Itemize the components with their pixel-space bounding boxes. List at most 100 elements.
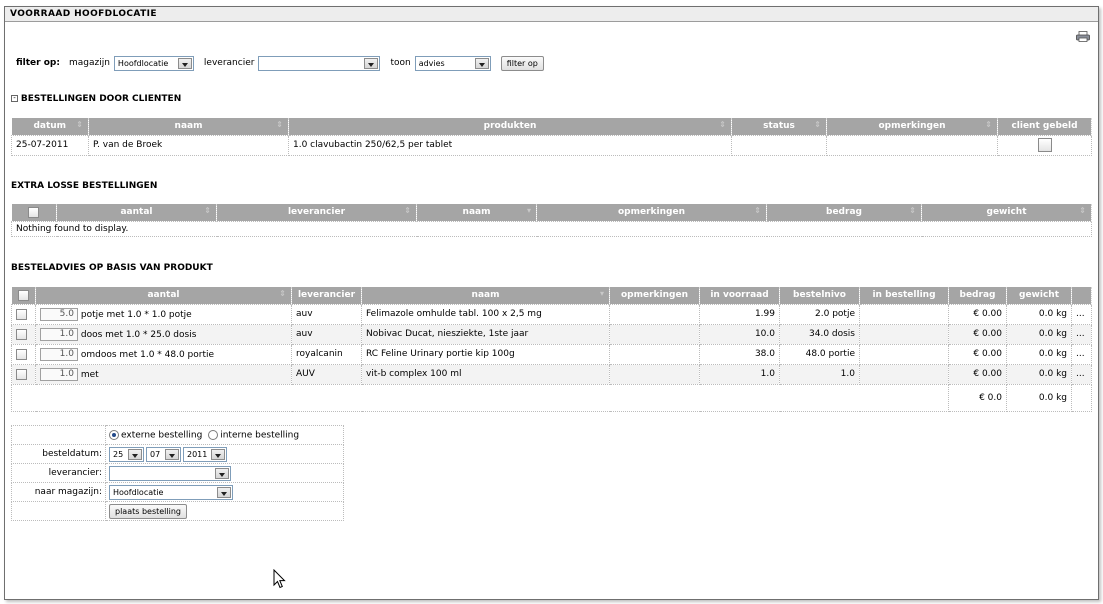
col-bedrag[interactable]: bedrag: [948, 287, 1007, 304]
col-aantal[interactable]: aantal ⇕: [56, 204, 217, 221]
leverancier-select[interactable]: [258, 55, 381, 71]
filter-button[interactable]: filter op: [500, 55, 544, 71]
empty-message: Nothing found to display.: [11, 220, 1092, 237]
col-naam[interactable]: naam ⇕: [88, 118, 289, 135]
select-all-checkbox[interactable]: [28, 206, 40, 218]
chevron-down-icon: [128, 448, 142, 460]
col-status[interactable]: status ⇕: [731, 118, 827, 135]
row-checkbox[interactable]: [16, 328, 27, 340]
cell-leverancier: AUV: [291, 363, 362, 385]
more-button[interactable]: ...: [1071, 323, 1092, 345]
cell-in-bestelling: [859, 343, 949, 365]
col-naam[interactable]: naam ▾: [416, 204, 537, 221]
cell-opmerkingen: [826, 134, 998, 156]
col-bedrag[interactable]: bedrag ⇕: [766, 204, 922, 221]
leverancier-label: leverancier: [203, 58, 255, 68]
magazijn-select[interactable]: Hoofdlocatie: [113, 55, 194, 71]
quantity-input[interactable]: 1.0: [40, 327, 78, 341]
cell-in-voorraad: 1.0: [699, 363, 780, 385]
chevron-down-icon: [177, 57, 192, 69]
cell-bedrag: € 0.00: [948, 303, 1007, 325]
col-gewicht[interactable]: gewicht ⇕: [921, 204, 1092, 221]
cell-in-voorraad: 1.99: [699, 303, 780, 325]
radio-internal[interactable]: [208, 429, 219, 440]
cell-bedrag: € 0.00: [948, 363, 1007, 385]
row-checkbox[interactable]: [16, 308, 27, 320]
col-gewicht[interactable]: gewicht: [1006, 287, 1072, 304]
col-opmerkingen[interactable]: opmerkingen: [609, 287, 700, 304]
day-select[interactable]: 25: [109, 446, 144, 462]
table-header-row: aantal ⇕ leverancier ⇕ naam ▾ opmerkingen ⇕ …: [11, 204, 1092, 221]
cell-bestelnivo: 48.0 portie: [779, 343, 860, 365]
select-all-cell: [11, 204, 57, 221]
cell-naam: RC Feline Urinary portie kip 100g: [361, 343, 610, 365]
cell-naam: P. van de Broek: [88, 134, 289, 156]
more-button[interactable]: ...: [1071, 363, 1092, 385]
cell-opmerkingen: [609, 363, 700, 385]
cell-opmerkingen: [609, 323, 700, 345]
col-datum[interactable]: datum ⇕: [11, 118, 89, 135]
cell-bedrag: € 0.00: [948, 343, 1007, 365]
cell-gewicht: 0.0 kg: [1006, 343, 1072, 365]
extra-orders-table: aantal ⇕ leverancier ⇕ naam ▾ opmerkingen ⇕ …: [11, 204, 1092, 237]
cell-naam: vit-b complex 100 ml: [361, 363, 610, 385]
client-orders-table: datum ⇕ naam ⇕ produkten ⇕ status ⇕ opmerkin…: [11, 118, 1092, 156]
naar-magazijn-select[interactable]: Hoofdlocatie: [109, 484, 233, 500]
more-button[interactable]: ...: [1071, 303, 1092, 325]
mouse-pointer-icon: [273, 569, 286, 589]
table-row: 1.0 omdoos met 1.0 * 48.0 portie royalca…: [11, 343, 1092, 365]
cell-gewicht: 0.0 kg: [1006, 363, 1072, 385]
cell-opmerkingen: [609, 343, 700, 365]
col-bestelnivo[interactable]: bestelnivo: [779, 287, 860, 304]
year-select[interactable]: 2011: [183, 446, 227, 462]
chevron-down-icon: [211, 448, 225, 460]
cell-leverancier: auv: [291, 323, 362, 345]
col-produkten[interactable]: produkten ⇕: [288, 118, 732, 135]
more-button[interactable]: ...: [1071, 343, 1092, 365]
cell-produkten: 1.0 clavubactin 250/62,5 per tablet: [288, 134, 732, 156]
plaats-bestelling-button[interactable]: plaats bestelling: [109, 503, 187, 519]
cell-bedrag: € 0.00: [948, 323, 1007, 345]
col-aantal[interactable]: aantal ⇕: [35, 287, 292, 304]
row-checkbox[interactable]: [16, 368, 27, 380]
cell-client-gebeld: [997, 134, 1092, 156]
table-row: 1.0 met AUV vit-b complex 100 ml 1.0 1.0…: [11, 363, 1092, 385]
toon-select[interactable]: advies: [414, 55, 491, 71]
radio-internal-label: interne bestelling: [220, 430, 300, 441]
col-opmerkingen[interactable]: opmerkingen ⇕: [536, 204, 767, 221]
unit-text: potje met 1.0 * 1.0 potje: [80, 309, 192, 320]
month-select[interactable]: 07: [146, 446, 181, 462]
quantity-input[interactable]: 5.0: [40, 307, 78, 321]
cell-in-bestelling: [859, 303, 949, 325]
col-in-bestelling[interactable]: in bestelling: [859, 287, 949, 304]
client-gebeld-checkbox[interactable]: [1037, 138, 1052, 152]
extra-orders-title: EXTRA LOSSE BESTELLINGEN: [11, 181, 158, 191]
advice-table: aantal ⇕ leverancier naam ▾ opmerkingen in…: [11, 287, 1092, 412]
filter-bar: filter op: magazijn Hoofdlocatie leveran…: [16, 55, 544, 71]
radio-external[interactable]: [109, 429, 119, 440]
chevron-down-icon: [217, 486, 231, 498]
cell-naam: Felimazole omhulde tabl. 100 x 2,5 mg: [361, 303, 610, 325]
order-leverancier-select[interactable]: [109, 465, 231, 481]
magazijn-label: magazijn: [68, 58, 110, 68]
col-naam[interactable]: naam ▾: [361, 287, 610, 304]
cell-gewicht: 0.0 kg: [1006, 323, 1072, 345]
printer-icon[interactable]: [1076, 31, 1090, 42]
quantity-input[interactable]: 1.0: [40, 347, 78, 361]
chevron-down-icon: [364, 57, 379, 69]
totals-row: € 0.0 0.0 kg: [11, 383, 1092, 412]
col-leverancier[interactable]: leverancier ⇕: [216, 204, 417, 221]
col-client-gebeld[interactable]: client gebeld: [997, 118, 1092, 135]
select-all-checkbox[interactable]: [17, 289, 29, 301]
col-in-voorraad[interactable]: in voorraad: [699, 287, 780, 304]
order-form: externe bestelling interne bestelling be…: [11, 425, 344, 521]
quantity-input[interactable]: 1.0: [40, 367, 78, 381]
col-leverancier[interactable]: leverancier: [291, 287, 362, 304]
unit-text: met: [80, 369, 99, 380]
minus-box-icon[interactable]: -: [11, 95, 18, 102]
col-actions: [1071, 287, 1092, 304]
cell-naam: Nobivac Ducat, niesziekte, 1ste jaar: [361, 323, 610, 345]
col-opmerkingen[interactable]: opmerkingen ⇕: [826, 118, 998, 135]
row-checkbox[interactable]: [16, 348, 27, 360]
cell-bestelnivo: 2.0 potje: [779, 303, 860, 325]
